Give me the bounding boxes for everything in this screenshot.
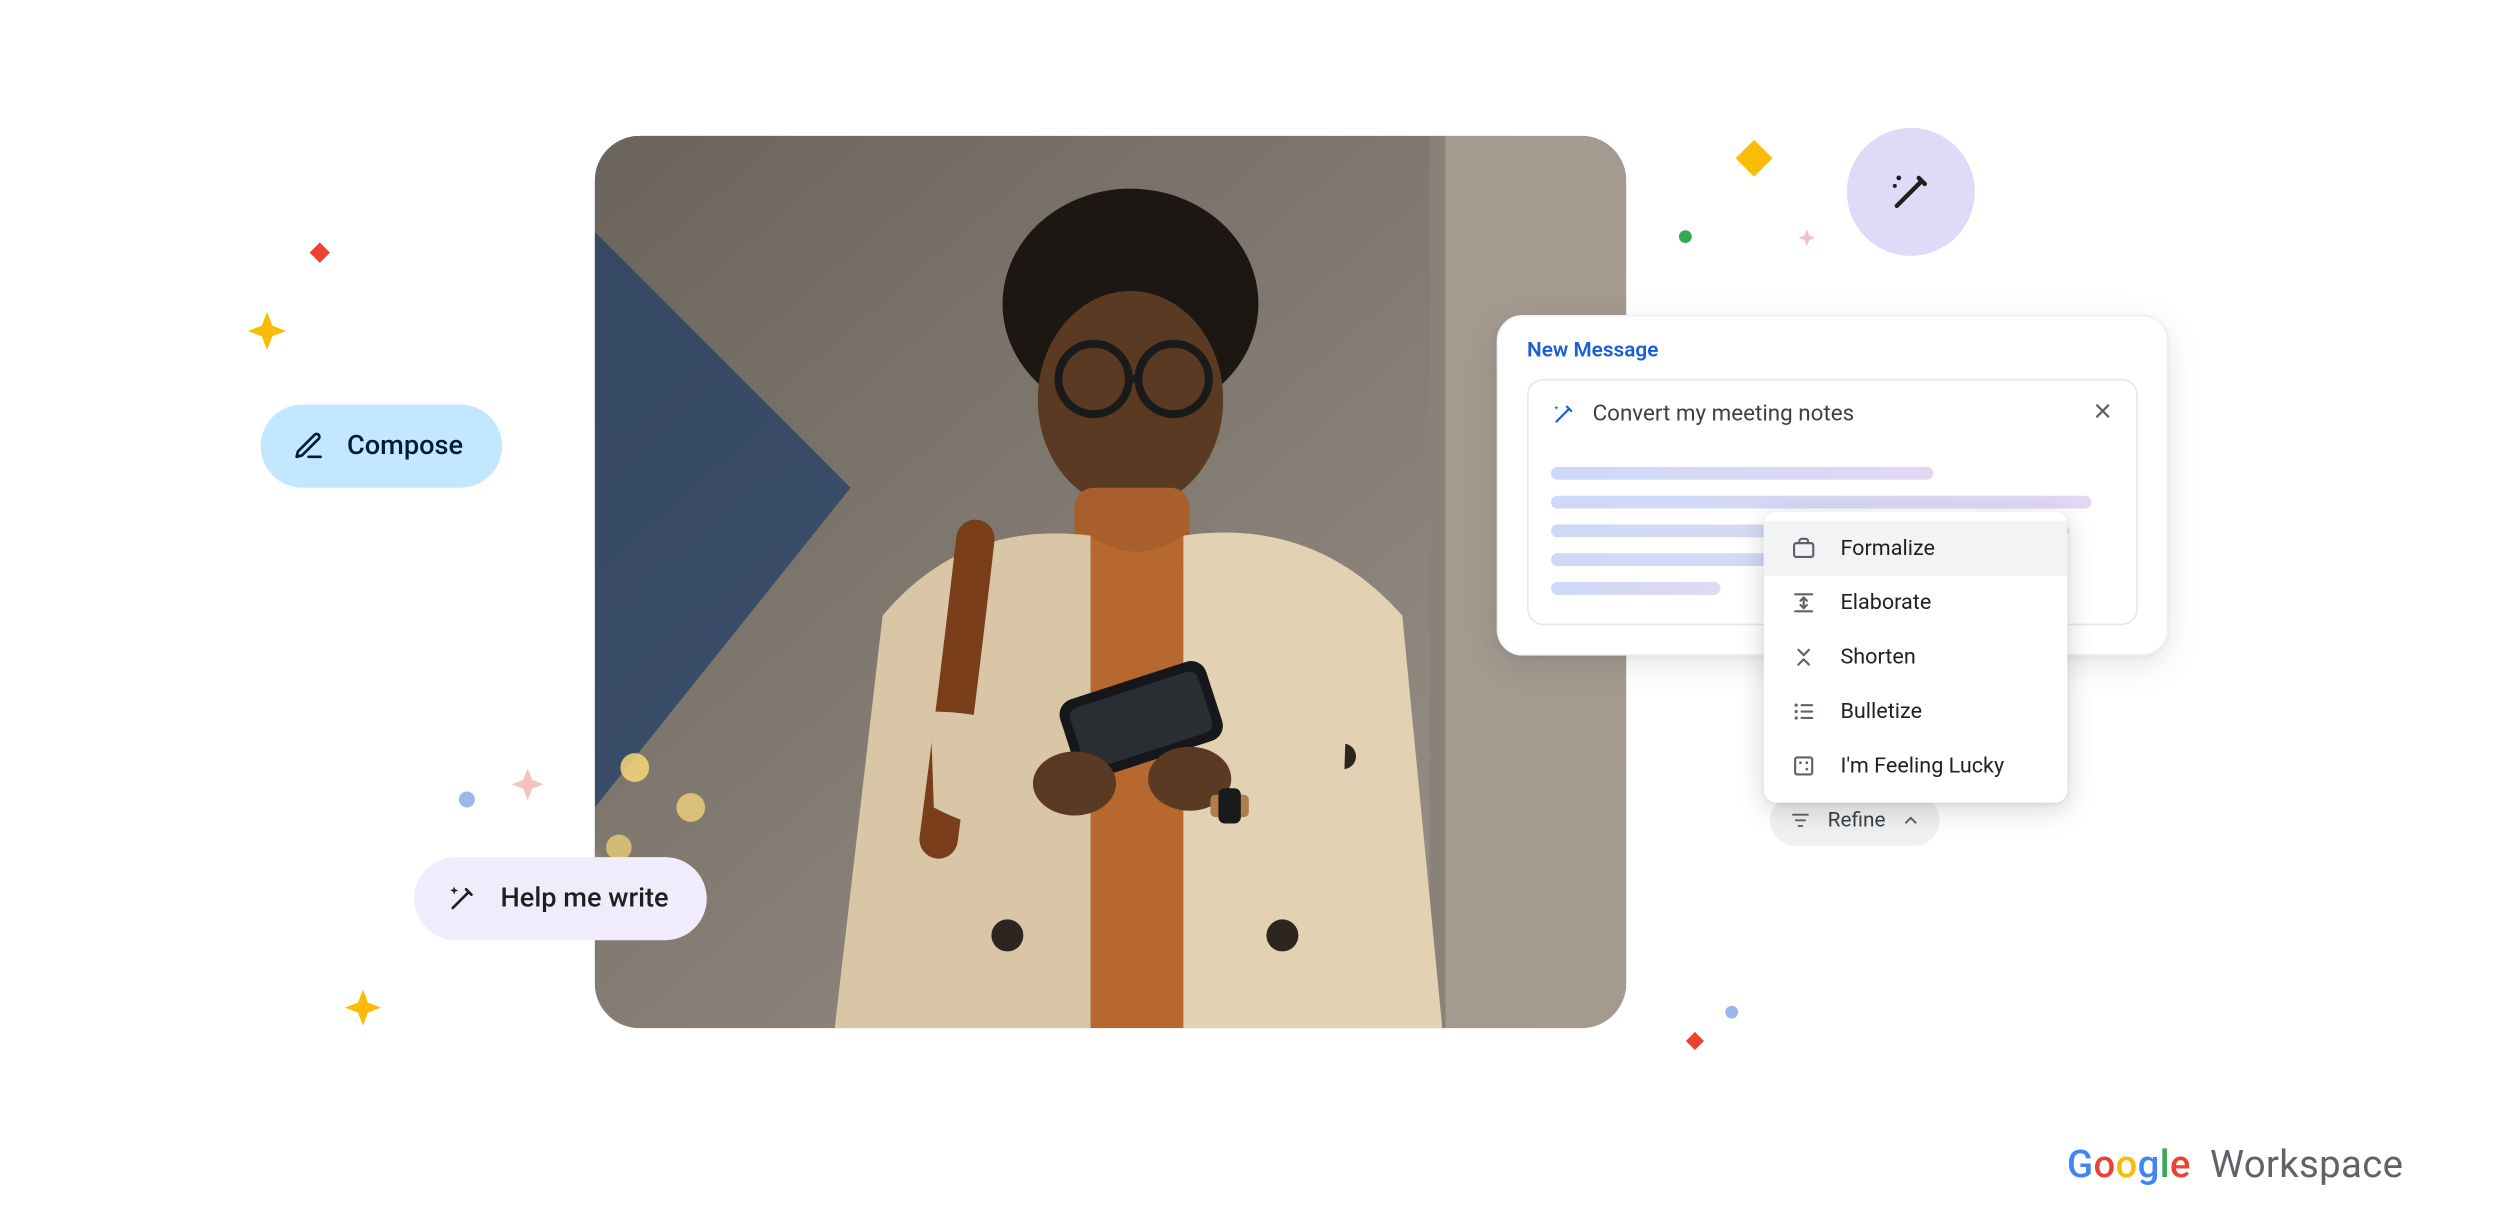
sparkle-icon (1794, 227, 1820, 253)
diamond-icon (1732, 136, 1777, 181)
bullet-list-icon (1789, 697, 1818, 726)
refine-menu: Formalize Elaborate Shorten Bulletize I'… (1764, 512, 2068, 803)
sparkle-icon (238, 307, 296, 365)
sparkle-icon (336, 985, 390, 1039)
filter-icon (1789, 809, 1811, 831)
menu-item-bulletize[interactable]: Bulletize (1764, 684, 2068, 738)
pencil-icon (293, 430, 325, 462)
menu-item-label: Elaborate (1840, 590, 1931, 616)
help-me-write-button[interactable]: Help me write (414, 857, 707, 940)
magic-wand-icon (446, 883, 478, 915)
help-me-write-label: Help me write (500, 883, 668, 915)
menu-item-label: Formalize (1840, 536, 1935, 562)
chevron-up-icon (1902, 811, 1921, 830)
collapse-vertical-icon (1789, 643, 1818, 672)
google-workspace-logo: Google Workspace (2067, 1142, 2403, 1187)
dot-icon (1725, 1006, 1738, 1019)
diamond-icon (305, 238, 334, 267)
magic-wand-circle (1847, 128, 1975, 256)
sparkle-icon (504, 764, 552, 812)
menu-item-label: Shorten (1840, 644, 1915, 670)
refine-label: Refine (1828, 808, 1886, 832)
expand-vertical-icon (1789, 588, 1818, 617)
briefcase-icon (1789, 534, 1818, 563)
compose-label: Compose (347, 430, 463, 462)
google-wordmark: Google (2067, 1142, 2191, 1187)
menu-item-formalize[interactable]: Formalize (1764, 521, 2068, 575)
dot-icon (1679, 230, 1692, 243)
dice-icon (1789, 752, 1818, 781)
text-placeholder-line (1551, 467, 1934, 480)
text-placeholder-line (1551, 496, 2091, 509)
menu-item-label: Bulletize (1840, 699, 1922, 725)
magic-wand-icon (1887, 168, 1935, 216)
magic-pencil-icon (1551, 401, 1577, 427)
workspace-word: Workspace (2210, 1142, 2403, 1187)
menu-item-elaborate[interactable]: Elaborate (1764, 576, 2068, 630)
dot-icon (459, 792, 475, 808)
prompt-text: Convert my meeting notes (1593, 401, 1855, 427)
diamond-icon (1682, 1028, 1708, 1054)
menu-item-shorten[interactable]: Shorten (1764, 630, 2068, 684)
hero-photo (595, 136, 1626, 1028)
menu-item-label: I'm Feeling Lucky (1840, 753, 2004, 779)
compose-button[interactable]: Compose (261, 405, 502, 488)
panel-title: New Message (1498, 317, 2166, 379)
text-placeholder-line (1551, 582, 1720, 595)
close-icon[interactable] (2091, 400, 2113, 429)
menu-item-lucky[interactable]: I'm Feeling Lucky (1764, 739, 2068, 793)
